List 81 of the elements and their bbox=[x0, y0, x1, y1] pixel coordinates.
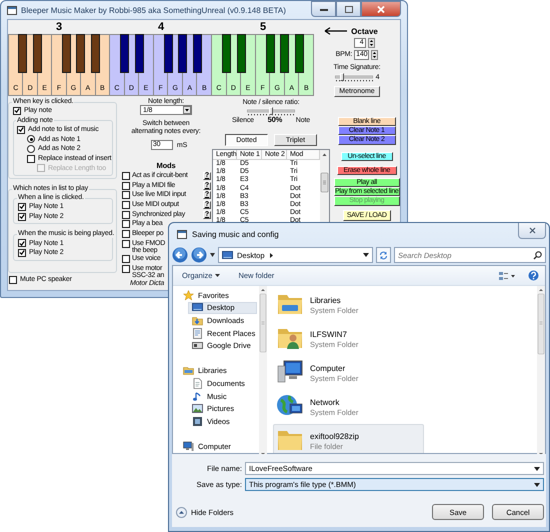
dropdown-arrow-icon[interactable] bbox=[534, 466, 540, 470]
checkbox[interactable] bbox=[122, 240, 130, 248]
checkbox[interactable] bbox=[18, 202, 26, 211]
maximize-button[interactable] bbox=[336, 1, 361, 17]
maximize-icon[interactable] bbox=[344, 6, 352, 12]
file-name: Computer bbox=[310, 364, 346, 374]
checkbox[interactable] bbox=[122, 201, 130, 210]
caret-icon bbox=[215, 274, 220, 277]
checkbox[interactable] bbox=[18, 212, 26, 221]
search-icon[interactable] bbox=[533, 250, 542, 260]
radio-button[interactable] bbox=[27, 135, 35, 144]
view-options-icon[interactable] bbox=[498, 270, 516, 280]
desktop-icon bbox=[192, 302, 203, 314]
forward-button[interactable] bbox=[191, 247, 207, 263]
checkbox[interactable] bbox=[17, 126, 25, 134]
dropdown-arrow-icon[interactable] bbox=[534, 482, 540, 486]
minimize-button[interactable] bbox=[311, 1, 336, 17]
checkbox[interactable] bbox=[122, 191, 130, 200]
checkbox[interactable] bbox=[27, 154, 35, 163]
file-name: Libraries bbox=[310, 296, 342, 306]
caret-icon[interactable] bbox=[210, 253, 215, 257]
library-icon bbox=[183, 365, 194, 376]
file-name: ILFSWIN7 bbox=[310, 330, 348, 340]
arrow-icon bbox=[324, 27, 348, 35]
octave-number: 3 bbox=[55, 20, 63, 34]
checkbox[interactable] bbox=[122, 182, 130, 190]
close-button[interactable] bbox=[518, 223, 546, 239]
spin-button[interactable] bbox=[371, 50, 378, 60]
scrollbar[interactable] bbox=[537, 286, 545, 457]
checkbox[interactable] bbox=[122, 264, 130, 273]
document-icon bbox=[192, 328, 203, 339]
file-name: exiftool928zip bbox=[310, 432, 359, 442]
spin-button[interactable] bbox=[368, 38, 374, 48]
slider-thumb[interactable] bbox=[269, 107, 273, 115]
sharp-key[interactable] bbox=[280, 34, 290, 73]
checkbox[interactable] bbox=[18, 248, 26, 257]
sharp-key[interactable] bbox=[120, 34, 130, 73]
back-button[interactable] bbox=[172, 247, 188, 263]
scrollbar[interactable] bbox=[259, 286, 267, 457]
checkbox[interactable] bbox=[122, 210, 130, 219]
slider[interactable] bbox=[334, 72, 373, 82]
desktop-icon bbox=[222, 250, 233, 260]
file-name: Network bbox=[310, 398, 340, 408]
slider[interactable] bbox=[247, 107, 295, 116]
close-icon[interactable] bbox=[528, 227, 536, 234]
download-folder-icon bbox=[192, 314, 203, 326]
refresh-icon[interactable] bbox=[379, 250, 388, 260]
close-button[interactable] bbox=[361, 1, 401, 17]
window-title: Bleeper Music Maker by Robbi-985 aka SomethingUnreal (v0.9.148 BETA) bbox=[21, 6, 287, 14]
chevron-up-icon bbox=[176, 506, 187, 518]
octave-number: 4 bbox=[157, 20, 165, 34]
sharp-key[interactable] bbox=[178, 34, 188, 73]
app-icon bbox=[177, 230, 187, 238]
chevron-icon[interactable] bbox=[268, 252, 274, 258]
checkbox[interactable] bbox=[13, 106, 21, 115]
radio-button[interactable] bbox=[27, 144, 35, 153]
app-icon bbox=[7, 6, 17, 14]
octave-number: 5 bbox=[259, 20, 267, 34]
octave-label: Octave bbox=[351, 26, 378, 36]
minimize-icon[interactable] bbox=[320, 6, 328, 12]
music-note-icon bbox=[192, 390, 203, 402]
computer-icon bbox=[183, 440, 194, 452]
picture-icon bbox=[192, 403, 203, 414]
help-icon[interactable] bbox=[528, 270, 539, 281]
checkbox[interactable] bbox=[18, 239, 26, 248]
dropdown-arrow-icon[interactable] bbox=[363, 253, 369, 257]
video-icon bbox=[192, 416, 203, 427]
drive-icon bbox=[192, 340, 203, 352]
checkbox[interactable] bbox=[122, 230, 130, 238]
dropdown-arrow-icon[interactable] bbox=[183, 106, 191, 114]
checkbox[interactable] bbox=[122, 255, 130, 263]
checkbox[interactable] bbox=[122, 220, 130, 228]
refresh-button[interactable] bbox=[376, 247, 391, 263]
checkbox[interactable] bbox=[122, 172, 130, 180]
sharp-key[interactable] bbox=[222, 34, 232, 73]
slider-thumb[interactable] bbox=[340, 72, 344, 80]
star-icon bbox=[183, 290, 194, 301]
checkbox[interactable] bbox=[9, 276, 17, 284]
sharp-key[interactable] bbox=[76, 34, 86, 73]
document-icon bbox=[192, 378, 203, 389]
sharp-key[interactable] bbox=[18, 34, 28, 73]
